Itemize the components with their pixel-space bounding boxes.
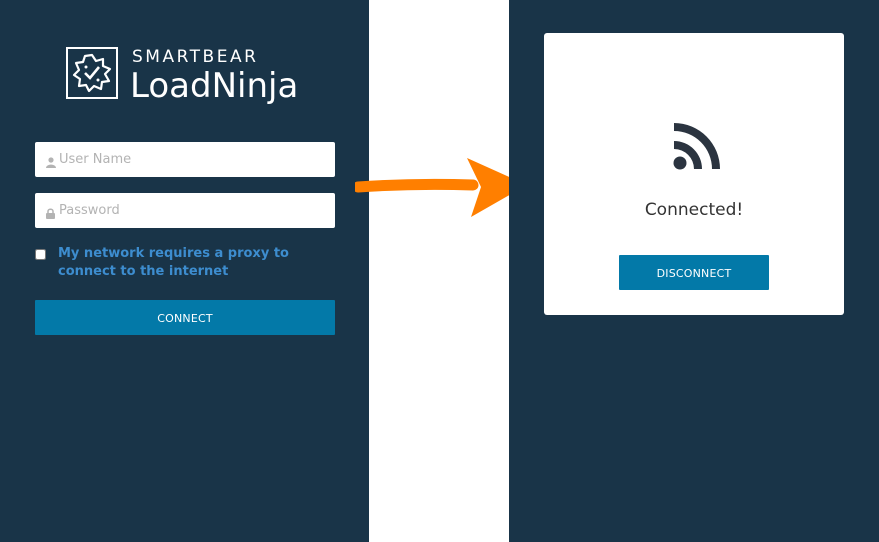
logo-product-text: LoadNinja [130,66,299,106]
connect-button[interactable]: CONNECT [35,300,335,335]
right-arrow-icon [355,158,527,217]
logo-brand-text: SMARTBEAR [132,47,259,67]
login-panel: SMARTBEAR LoadNinja My network requires … [0,0,369,542]
proxy-checkbox[interactable] [35,249,46,260]
lock-icon [46,204,55,223]
connection-status: Connected! [644,200,744,220]
rss-feed-icon [673,123,720,170]
proxy-label[interactable]: My network requires a proxy to connect t… [58,245,343,281]
password-input[interactable] [59,193,329,228]
username-field[interactable] [35,142,335,177]
loadninja-logo-icon [66,47,118,99]
password-field[interactable] [35,193,335,228]
logo: SMARTBEAR LoadNinja [66,47,316,107]
user-icon [46,153,56,172]
username-input[interactable] [59,142,329,177]
disconnect-button[interactable]: DISCONNECT [619,255,769,290]
connected-card: Connected! DISCONNECT [544,33,844,315]
